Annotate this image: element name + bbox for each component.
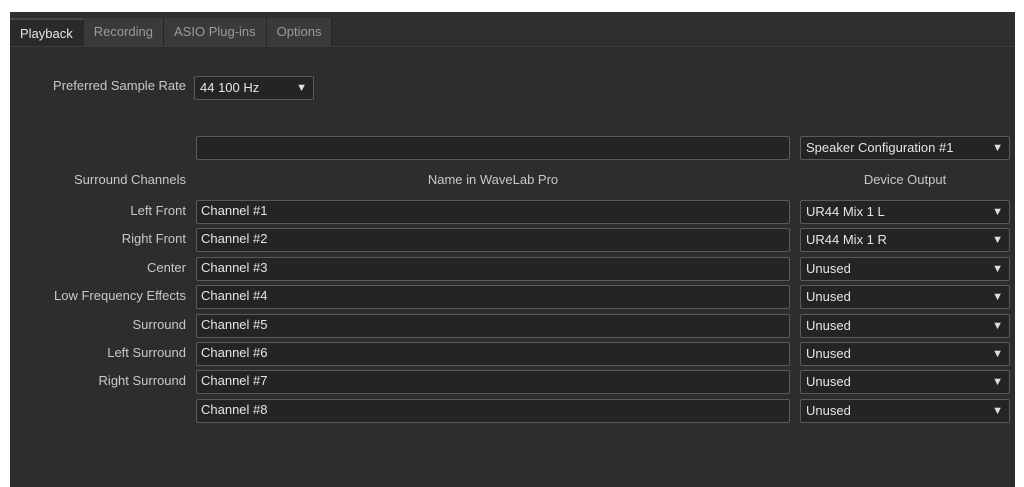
- device-output-select[interactable]: Unused ▼: [800, 370, 1010, 394]
- device-output-select[interactable]: UR44 Mix 1 L ▼: [800, 200, 1010, 224]
- surround-channel-label: Left Front: [130, 203, 186, 218]
- audio-connections-panel: Playback Recording ASIO Plug-ins Options…: [10, 12, 1015, 487]
- chevron-down-icon: ▼: [992, 234, 1003, 246]
- tab-options[interactable]: Options: [266, 18, 333, 46]
- chevron-down-icon: ▼: [992, 320, 1003, 332]
- name-column-header: Name in WaveLab Pro: [427, 172, 559, 187]
- tab-divider: [10, 46, 1015, 47]
- device-output-value: UR44 Mix 1 R: [806, 232, 887, 247]
- speaker-config-value: Speaker Configuration #1: [806, 140, 954, 155]
- chevron-down-icon: ▼: [992, 405, 1003, 417]
- tab-playback[interactable]: Playback: [10, 18, 84, 46]
- device-output-value: Unused: [806, 346, 851, 361]
- surround-channels-header: Surround Channels: [73, 172, 186, 187]
- channel-name-field[interactable]: Channel #6: [196, 342, 790, 366]
- speaker-config-name-field[interactable]: [196, 136, 790, 160]
- chevron-down-icon: ▼: [992, 291, 1003, 303]
- device-output-value: UR44 Mix 1 L: [806, 204, 885, 219]
- tab-recording[interactable]: Recording: [83, 18, 165, 46]
- device-output-select[interactable]: Unused ▼: [800, 285, 1010, 309]
- chevron-down-icon: ▼: [296, 82, 307, 94]
- device-output-select[interactable]: Unused ▼: [800, 342, 1010, 366]
- surround-channel-label: Right Front: [121, 231, 186, 246]
- surround-channel-label: Center: [146, 260, 186, 275]
- surround-channel-label: Left Surround: [107, 345, 186, 360]
- device-output-select[interactable]: Unused ▼: [800, 257, 1010, 281]
- device-output-select[interactable]: Unused ▼: [800, 399, 1010, 423]
- tab-asio-plugins[interactable]: ASIO Plug-ins: [164, 18, 267, 46]
- device-output-value: Unused: [806, 318, 851, 333]
- chevron-down-icon: ▼: [992, 376, 1003, 388]
- channel-name-field[interactable]: Channel #2: [196, 228, 790, 252]
- speaker-config-select[interactable]: Speaker Configuration #1 ▼: [800, 136, 1010, 160]
- chevron-down-icon: ▼: [992, 206, 1003, 218]
- sample-rate-label: Preferred Sample Rate: [53, 78, 186, 93]
- device-output-value: Unused: [806, 374, 851, 389]
- device-output-value: Unused: [806, 261, 851, 276]
- chevron-down-icon: ▼: [992, 348, 1003, 360]
- surround-channel-label: Right Surround: [98, 373, 186, 388]
- surround-channel-label: Low Frequency Effects: [54, 288, 186, 303]
- sample-rate-select[interactable]: 44 100 Hz ▼: [194, 76, 314, 100]
- device-output-select[interactable]: Unused ▼: [800, 314, 1010, 338]
- device-output-select[interactable]: UR44 Mix 1 R ▼: [800, 228, 1010, 252]
- chevron-down-icon: ▼: [992, 142, 1003, 154]
- channel-name-field[interactable]: Channel #3: [196, 257, 790, 281]
- sample-rate-value: 44 100 Hz: [200, 80, 260, 95]
- device-output-value: Unused: [806, 289, 851, 304]
- device-output-column-header: Device Output: [863, 172, 947, 187]
- channel-name-field[interactable]: Channel #4: [196, 285, 790, 309]
- channel-name-field[interactable]: Channel #5: [196, 314, 790, 338]
- channel-name-field[interactable]: Channel #1: [196, 200, 790, 224]
- tab-bar: Playback Recording ASIO Plug-ins Options: [10, 12, 1015, 47]
- channel-name-field[interactable]: Channel #7: [196, 370, 790, 394]
- chevron-down-icon: ▼: [992, 263, 1003, 275]
- surround-channel-label: Surround: [132, 317, 186, 332]
- device-output-value: Unused: [806, 403, 851, 418]
- channel-name-field[interactable]: Channel #8: [196, 399, 790, 423]
